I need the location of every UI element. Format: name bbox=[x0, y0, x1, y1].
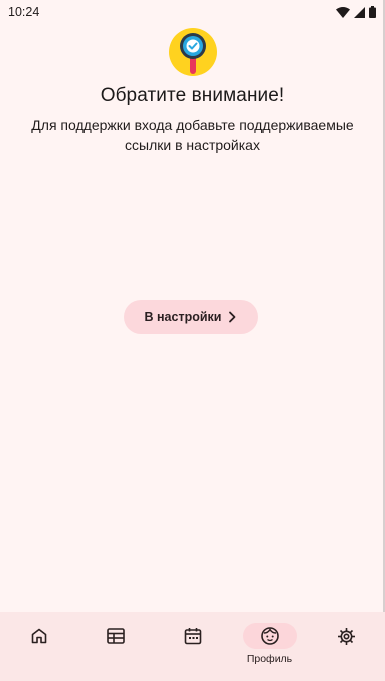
nav-item-settings[interactable] bbox=[308, 612, 385, 681]
magnifier-check-icon bbox=[168, 27, 218, 77]
status-time: 10:24 bbox=[8, 5, 40, 19]
nav-icon-container bbox=[320, 623, 374, 649]
signal-icon bbox=[354, 6, 365, 18]
schedule-icon bbox=[106, 628, 125, 644]
nav-item-home[interactable] bbox=[0, 612, 77, 681]
nav-icon-container bbox=[12, 623, 66, 649]
nav-label-profile: Профиль bbox=[246, 653, 293, 665]
nav-icon-container bbox=[89, 623, 143, 649]
page-title: Обратите внимание! bbox=[100, 85, 285, 106]
wifi-icon bbox=[336, 6, 350, 18]
settings-button-label: В настройки bbox=[144, 310, 222, 324]
chevron-right-icon bbox=[227, 311, 237, 323]
profile-face-icon bbox=[260, 626, 280, 646]
bottom-navigation: Профиль bbox=[0, 612, 385, 681]
nav-icon-container-active bbox=[242, 623, 297, 649]
nav-item-profile[interactable]: Профиль bbox=[231, 612, 308, 681]
gear-icon bbox=[337, 627, 356, 646]
nav-icon-container bbox=[166, 623, 220, 649]
open-settings-button[interactable]: В настройки bbox=[124, 300, 258, 334]
notice-section: Обратите внимание! Для поддержки входа д… bbox=[0, 27, 385, 155]
battery-icon bbox=[369, 6, 376, 18]
nav-item-schedule[interactable] bbox=[77, 612, 154, 681]
home-icon bbox=[30, 627, 48, 645]
notice-description: Для поддержки входа добавьте поддерживае… bbox=[31, 117, 354, 153]
status-bar: 10:24 bbox=[0, 0, 385, 24]
calendar-icon bbox=[184, 627, 202, 645]
status-icons bbox=[336, 6, 376, 18]
nav-item-calendar[interactable] bbox=[154, 612, 231, 681]
